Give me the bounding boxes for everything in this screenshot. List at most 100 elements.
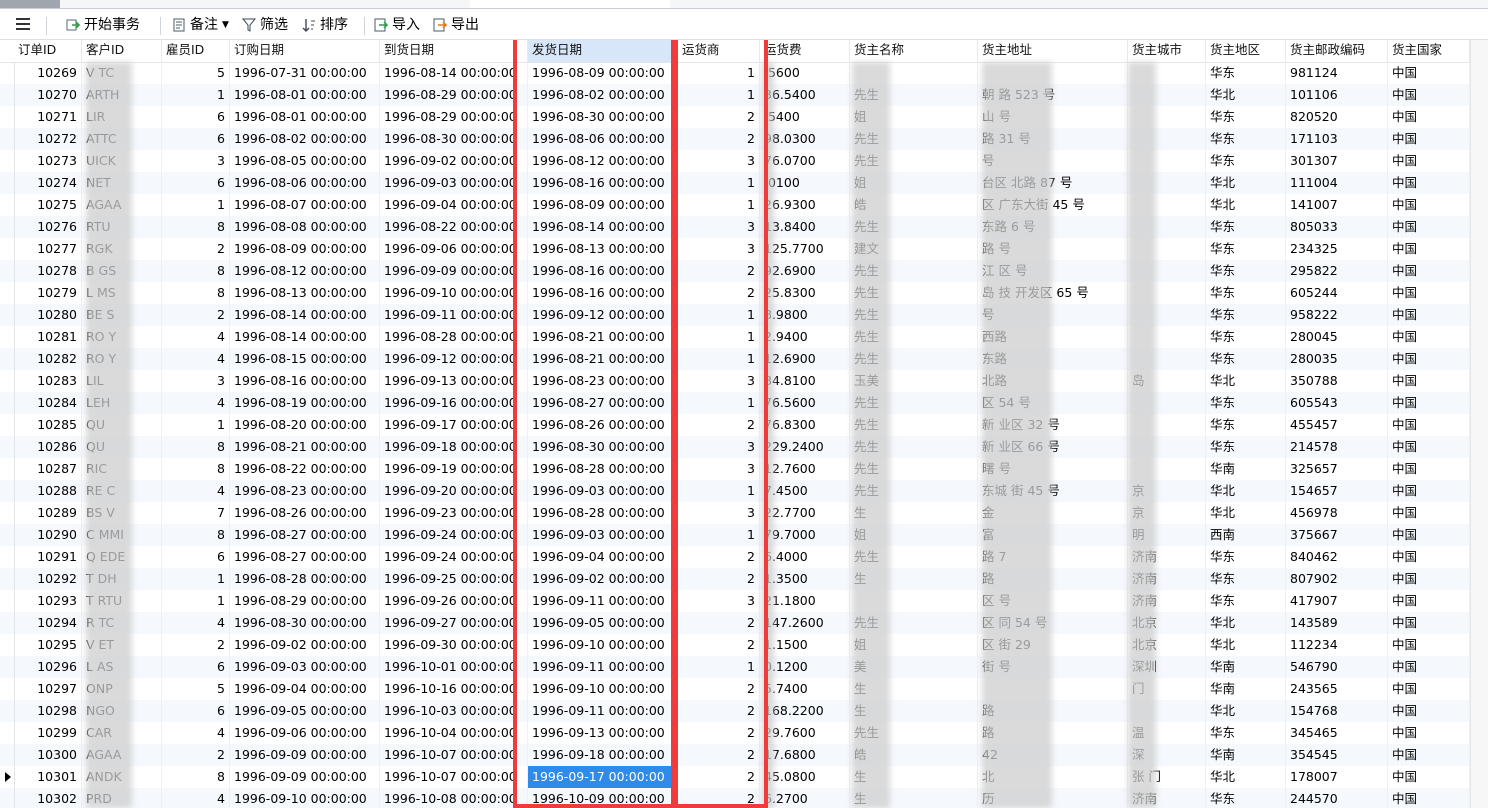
table-row[interactable]: 10302 PRD 4 1996-09-10 00:00:00 1996-10-08 …: [0, 788, 1470, 808]
cell-ship-name[interactable]: 先生: [850, 436, 978, 458]
cell-ship-region[interactable]: 华南: [1206, 656, 1286, 678]
row-indicator[interactable]: [0, 238, 15, 260]
cell-ship-country[interactable]: 中国: [1388, 414, 1470, 436]
cell-ship-city[interactable]: [1128, 304, 1206, 326]
cell-ship-name[interactable]: 生: [850, 678, 978, 700]
cell-freight[interactable]: 84.8100: [760, 370, 850, 392]
row-indicator[interactable]: [0, 172, 15, 194]
cell-ship-region[interactable]: 华北: [1206, 370, 1286, 392]
cell-shipped-date[interactable]: 1996-09-05 00:00:00: [528, 612, 678, 634]
cell-ship-address[interactable]: 朝 路 523 号: [978, 84, 1128, 106]
cell-employee-id[interactable]: 4: [162, 392, 230, 414]
cell-freight[interactable]: 29.7600: [760, 722, 850, 744]
cell-shipped-date[interactable]: 1996-09-11 00:00:00: [528, 700, 678, 722]
cell-ship-postal-code[interactable]: 455457: [1286, 414, 1388, 436]
cell-employee-id[interactable]: 4: [162, 612, 230, 634]
cell-employee-id[interactable]: 8: [162, 436, 230, 458]
cell-required-date[interactable]: 1996-09-25 00:00:00: [380, 568, 528, 590]
cell-employee-id[interactable]: 6: [162, 172, 230, 194]
cell-employee-id[interactable]: 2: [162, 744, 230, 766]
cell-ship-country[interactable]: 中国: [1388, 788, 1470, 808]
column-header-freight[interactable]: 运货费: [760, 40, 850, 62]
cell-ship-country[interactable]: 中国: [1388, 282, 1470, 304]
cell-employee-id[interactable]: 3: [162, 150, 230, 172]
cell-employee-id[interactable]: 2: [162, 238, 230, 260]
cell-ship-postal-code[interactable]: 154768: [1286, 700, 1388, 722]
row-indicator[interactable]: [0, 480, 15, 502]
cell-order-date[interactable]: 1996-09-04 00:00:00: [230, 678, 380, 700]
cell-ship-postal-code[interactable]: 807902: [1286, 568, 1388, 590]
table-row[interactable]: 10283 LIL 3 1996-08-16 00:00:00 1996-09-13 0…: [0, 370, 1470, 392]
cell-ship-country[interactable]: 中国: [1388, 106, 1470, 128]
cell-shipper[interactable]: 1: [678, 194, 760, 216]
column-header-ship-postal-code[interactable]: 货主邮政编码: [1286, 40, 1388, 62]
cell-ship-region[interactable]: 华东: [1206, 436, 1286, 458]
cell-required-date[interactable]: 1996-09-20 00:00:00: [380, 480, 528, 502]
cell-order-id[interactable]: 10298: [14, 700, 82, 722]
row-indicator[interactable]: [0, 348, 15, 370]
cell-required-date[interactable]: 1996-10-07 00:00:00: [380, 766, 528, 788]
cell-ship-name[interactable]: 姐: [850, 524, 978, 546]
cell-freight[interactable]: 25.8300: [760, 282, 850, 304]
table-row[interactable]: 10270 ARTH 1 1996-08-01 00:00:00 1996-08-29…: [0, 84, 1470, 106]
cell-employee-id[interactable]: 8: [162, 766, 230, 788]
cell-ship-region[interactable]: 华东: [1206, 106, 1286, 128]
cell-ship-city[interactable]: 深圳: [1128, 656, 1206, 678]
cell-ship-address[interactable]: 区 号: [978, 590, 1128, 612]
cell-employee-id[interactable]: 1: [162, 84, 230, 106]
table-row[interactable]: 10290 C MMI 8 1996-08-27 00:00:00 1996-09-24…: [0, 524, 1470, 546]
column-header-order-date[interactable]: 订购日期: [230, 40, 380, 62]
cell-ship-region[interactable]: 华北: [1206, 634, 1286, 656]
cell-shipper[interactable]: 1: [678, 348, 760, 370]
cell-ship-country[interactable]: 中国: [1388, 172, 1470, 194]
cell-order-date[interactable]: 1996-08-27 00:00:00: [230, 546, 380, 568]
cell-ship-address[interactable]: 新 业区 32 号: [978, 414, 1128, 436]
cell-ship-address[interactable]: 42: [978, 744, 1128, 766]
cell-required-date[interactable]: 1996-09-18 00:00:00: [380, 436, 528, 458]
tab-query-2[interactable]: [275, 0, 471, 8]
cell-shipper[interactable]: 2: [678, 414, 760, 436]
row-indicator[interactable]: [0, 502, 15, 524]
cell-ship-name[interactable]: 皓: [850, 194, 978, 216]
cell-customer-id[interactable]: QU: [82, 436, 162, 458]
cell-freight[interactable]: 8.9800: [760, 304, 850, 326]
cell-freight[interactable]: 17.6800: [760, 744, 850, 766]
cell-shipped-date[interactable]: 1996-08-09 00:00:00: [528, 194, 678, 216]
cell-freight[interactable]: 21.1800: [760, 590, 850, 612]
cell-ship-address[interactable]: 北路: [978, 370, 1128, 392]
cell-order-id[interactable]: 10292: [14, 568, 82, 590]
cell-ship-country[interactable]: 中国: [1388, 238, 1470, 260]
cell-required-date[interactable]: 1996-09-13 00:00:00: [380, 370, 528, 392]
cell-ship-region[interactable]: 华北: [1206, 502, 1286, 524]
cell-ship-country[interactable]: 中国: [1388, 436, 1470, 458]
cell-employee-id[interactable]: 4: [162, 788, 230, 808]
cell-ship-region[interactable]: 华北: [1206, 172, 1286, 194]
column-header-order-id[interactable]: 订单ID: [14, 40, 82, 62]
cell-ship-city[interactable]: [1128, 414, 1206, 436]
cell-order-id[interactable]: 10290: [14, 524, 82, 546]
cell-ship-country[interactable]: 中国: [1388, 62, 1470, 84]
cell-order-date[interactable]: 1996-08-27 00:00:00: [230, 524, 380, 546]
cell-shipped-date[interactable]: 1996-09-10 00:00:00: [528, 678, 678, 700]
tab-query-6[interactable]: [1275, 0, 1488, 8]
cell-order-id[interactable]: 10273: [14, 150, 82, 172]
row-indicator[interactable]: [0, 634, 15, 656]
cell-ship-postal-code[interactable]: 243565: [1286, 678, 1388, 700]
row-indicator[interactable]: [0, 106, 15, 128]
cell-ship-country[interactable]: 中国: [1388, 216, 1470, 238]
cell-shipper[interactable]: 2: [678, 788, 760, 808]
cell-freight[interactable]: 76.8300: [760, 414, 850, 436]
cell-customer-id[interactable]: V TC: [82, 62, 162, 84]
cell-ship-region[interactable]: 华北: [1206, 700, 1286, 722]
cell-ship-region[interactable]: 华东: [1206, 348, 1286, 370]
cell-shipper[interactable]: 2: [678, 722, 760, 744]
cell-ship-name[interactable]: 先生: [850, 216, 978, 238]
cell-required-date[interactable]: 1996-10-07 00:00:00: [380, 744, 528, 766]
cell-customer-id[interactable]: RE C: [82, 480, 162, 502]
table-row[interactable]: 10274 NET 6 1996-08-06 00:00:00 1996-09-03 …: [0, 172, 1470, 194]
cell-ship-city[interactable]: [1128, 194, 1206, 216]
cell-ship-name[interactable]: 生: [850, 766, 978, 788]
cell-ship-country[interactable]: 中国: [1388, 546, 1470, 568]
table-row[interactable]: 10293 T RTU 1 1996-08-29 00:00:00 1996-09-26…: [0, 590, 1470, 612]
cell-shipper[interactable]: 1: [678, 326, 760, 348]
